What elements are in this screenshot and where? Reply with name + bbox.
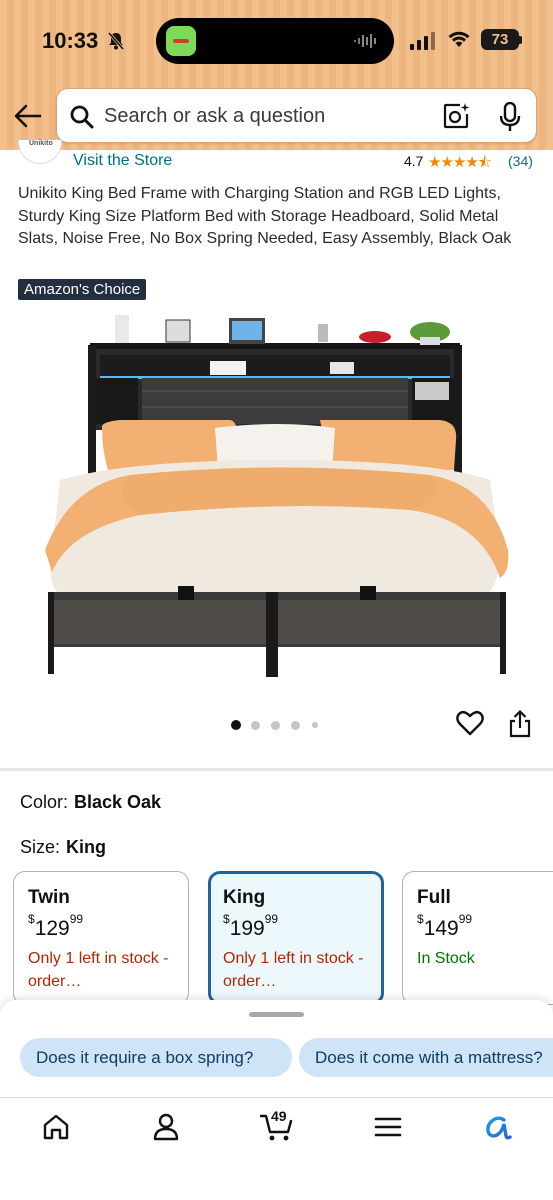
size-name: Full	[417, 887, 451, 908]
app-header: 10:33 73 Search or ask a question	[0, 0, 553, 150]
page-dot-4[interactable]	[291, 721, 300, 730]
color-selector: Color: Black Oak	[20, 792, 161, 813]
menu-icon[interactable]	[373, 1112, 403, 1142]
size-price: $19999	[223, 912, 279, 940]
microphone-icon[interactable]	[498, 102, 522, 132]
rufus-assistant-icon[interactable]	[482, 1112, 512, 1142]
color-label: Color:	[20, 792, 69, 812]
audio-wave-icon	[354, 34, 376, 48]
rating-count-link[interactable]: (34)	[508, 153, 533, 169]
heart-icon[interactable]	[456, 710, 484, 736]
battery-tip	[519, 36, 522, 44]
page-dot-5[interactable]	[312, 722, 318, 728]
star-rating-icon[interactable]: ★★★★⯪	[428, 152, 492, 177]
store-logo[interactable]: Unikito	[18, 140, 62, 164]
wifi-icon	[448, 31, 470, 47]
cellular-signal-icon	[410, 32, 435, 50]
home-icon[interactable]	[41, 1112, 71, 1142]
size-option-twin[interactable]: Twin $12999 Only 1 left in stock - order…	[13, 871, 189, 1005]
question-chip-box-spring[interactable]: Does it require a box spring?	[20, 1038, 292, 1077]
stock-status: Only 1 left in stock - order…	[28, 950, 169, 990]
rating-value: 4.7	[404, 153, 424, 169]
size-option-full[interactable]: Full $14999 In Stock	[402, 871, 553, 1005]
bottom-nav-bar: 49	[0, 1097, 553, 1200]
sheet-grabber[interactable]	[249, 1012, 304, 1017]
camera-lens-icon[interactable]	[442, 102, 470, 130]
color-value: Black Oak	[74, 792, 162, 812]
search-bar[interactable]: Search or ask a question	[56, 88, 537, 143]
product-image[interactable]	[30, 310, 520, 685]
page-dot-3[interactable]	[271, 721, 280, 730]
store-row: Unikito Visit the Store 4.7 ★★★★⯪ (34)	[0, 140, 553, 177]
product-title: Unikito King Bed Frame with Charging Sta…	[18, 185, 512, 247]
app-icon	[166, 26, 196, 56]
search-input[interactable]: Search or ask a question	[104, 105, 325, 128]
bell-slash-icon	[107, 32, 125, 50]
dynamic-island[interactable]	[156, 18, 394, 64]
size-value: King	[66, 837, 107, 857]
question-chip-mattress[interactable]: Does it come with a mattress?	[299, 1038, 553, 1077]
amazons-choice-badge[interactable]: Amazon's Choice	[18, 279, 147, 300]
page-dot-2[interactable]	[251, 721, 260, 730]
size-selector: Size: King	[20, 837, 106, 858]
image-pagination[interactable]	[231, 719, 331, 731]
section-divider	[0, 768, 553, 771]
account-icon[interactable]	[151, 1112, 181, 1142]
cart-icon[interactable]	[260, 1112, 294, 1142]
stock-status: In Stock	[417, 950, 475, 967]
share-icon[interactable]	[508, 710, 532, 738]
search-icon	[70, 105, 94, 129]
battery-indicator: 73	[481, 29, 519, 50]
size-name: King	[223, 887, 266, 908]
size-price: $12999	[28, 912, 84, 940]
status-time: 10:33	[42, 28, 99, 53]
size-label: Size:	[20, 837, 61, 857]
back-arrow-icon[interactable]	[14, 103, 42, 129]
size-price: $14999	[417, 912, 473, 940]
size-name: Twin	[28, 887, 70, 908]
visit-store-link[interactable]: Visit the Store	[73, 152, 172, 170]
stock-status: Only 1 left in stock - order…	[223, 950, 364, 990]
page-dot-1[interactable]	[231, 720, 241, 730]
size-option-king[interactable]: King $19999 Only 1 left in stock - order…	[208, 871, 384, 1005]
